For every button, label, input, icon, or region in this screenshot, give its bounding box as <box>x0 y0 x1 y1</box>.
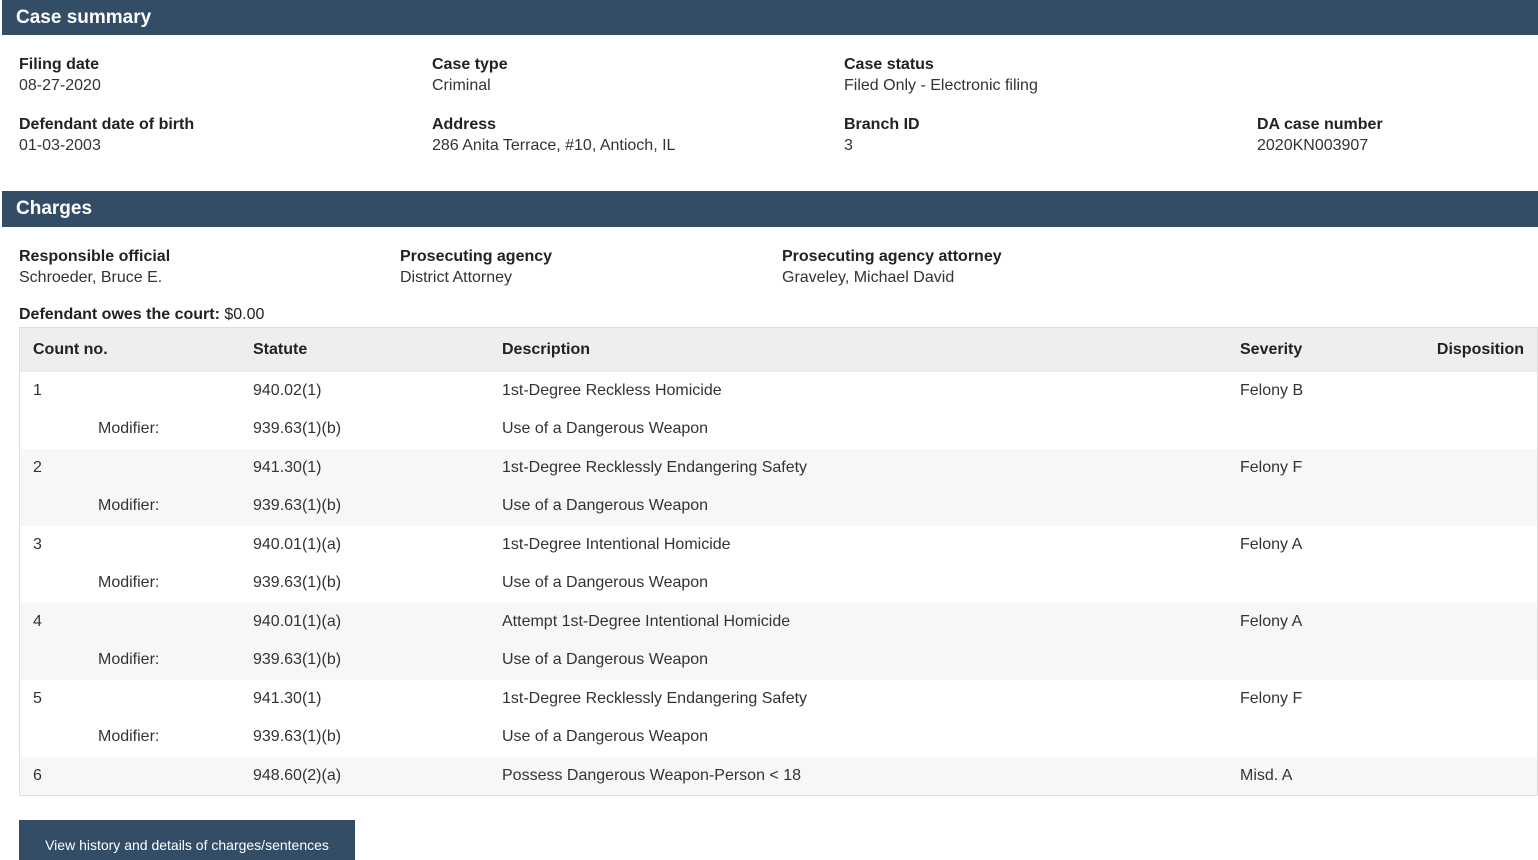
filing-date-label: Filing date <box>19 56 99 73</box>
modifier-description: Use of a Dangerous Weapon <box>502 564 1240 603</box>
prosecuting-attorney-value: Graveley, Michael David <box>782 269 955 286</box>
modifier-row: Modifier: 939.63(1)(b) Use of a Dangerou… <box>19 487 1538 526</box>
prosecuting-agency-value: District Attorney <box>400 269 513 286</box>
responsible-official-value: Schroeder, Bruce E. <box>19 269 163 286</box>
amount-owed-value: $0.00 <box>219 306 265 323</box>
prosecuting-attorney-label: Prosecuting agency attorney <box>782 248 1002 265</box>
modifier-label: Modifier: <box>98 420 160 438</box>
view-charge-history-button[interactable]: View history and details of charges/sent… <box>19 820 355 860</box>
prosecuting-attorney-field: Prosecuting agency attorney Graveley, Mi… <box>782 247 1002 287</box>
modifier-row: Modifier: 939.63(1)(b) Use of a Dangerou… <box>19 641 1538 680</box>
modifier-description: Use of a Dangerous Weapon <box>502 410 1240 449</box>
column-header-count: Count no. <box>19 327 253 372</box>
count-number: 2 <box>19 448 253 487</box>
modifier-description: Use of a Dangerous Weapon <box>502 641 1240 680</box>
description: 1st-Degree Reckless Homicide <box>502 371 1240 410</box>
modifier-statute: 939.63(1)(b) <box>253 641 502 680</box>
case-type-field: Case type Criminal <box>432 55 508 95</box>
prosecuting-agency-label: Prosecuting agency <box>400 248 553 265</box>
table-row: 3 940.01(1)(a) 1st-Degree Intentional Ho… <box>19 525 1538 564</box>
column-header-description: Description <box>502 327 1240 372</box>
filing-date-field: Filing date 08-27-2020 <box>19 55 101 95</box>
table-row: 2 941.30(1) 1st-Degree Recklessly Endang… <box>19 448 1538 487</box>
modifier-row: Modifier: 939.63(1)(b) Use of a Dangerou… <box>19 564 1538 603</box>
defendant-dob-value: 01-03-2003 <box>19 137 101 154</box>
defendant-dob-field: Defendant date of birth 01-03-2003 <box>19 115 194 155</box>
severity: Felony A <box>1240 525 1433 564</box>
disposition <box>1433 525 1538 564</box>
charges-table-header-row: Count no. Statute Description Severity D… <box>19 327 1538 372</box>
disposition <box>1433 448 1538 487</box>
column-header-statute: Statute <box>253 327 502 372</box>
prosecuting-agency-field: Prosecuting agency District Attorney <box>400 247 552 287</box>
statute: 941.30(1) <box>253 679 502 718</box>
table-row: 5 941.30(1) 1st-Degree Recklessly Endang… <box>19 679 1538 718</box>
modifier-description: Use of a Dangerous Weapon <box>502 718 1240 757</box>
charges-table: Count no. Statute Description Severity D… <box>19 327 1538 796</box>
modifier-row: Modifier: 939.63(1)(b) Use of a Dangerou… <box>19 718 1538 757</box>
modifier-row: Modifier: 939.63(1)(b) Use of a Dangerou… <box>19 410 1538 449</box>
table-row: 6 948.60(2)(a) Possess Dangerous Weapon-… <box>19 756 1538 796</box>
statute: 941.30(1) <box>253 448 502 487</box>
amount-owed-label: Defendant owes the court: <box>19 306 220 323</box>
modifier-statute: 939.63(1)(b) <box>253 410 502 449</box>
case-status-field: Case status Filed Only - Electronic fili… <box>844 55 1038 95</box>
count-number: 1 <box>19 371 253 410</box>
table-row: 1 940.02(1) 1st-Degree Reckless Homicide… <box>19 371 1538 410</box>
modifier-statute: 939.63(1)(b) <box>253 564 502 603</box>
modifier-statute: 939.63(1)(b) <box>253 718 502 757</box>
da-case-number-field: DA case number 2020KN003907 <box>1257 115 1383 155</box>
modifier-label: Modifier: <box>98 651 160 669</box>
statute: 940.01(1)(a) <box>253 525 502 564</box>
responsible-official-label: Responsible official <box>19 248 171 265</box>
branch-id-field: Branch ID 3 <box>844 115 920 155</box>
modifier-label: Modifier: <box>98 728 160 746</box>
case-type-label: Case type <box>432 56 508 73</box>
disposition <box>1433 756 1538 796</box>
severity: Felony A <box>1240 602 1433 641</box>
count-number: 4 <box>19 602 253 641</box>
severity: Felony B <box>1240 371 1433 410</box>
branch-id-value: 3 <box>844 137 853 154</box>
disposition <box>1433 371 1538 410</box>
count-number: 6 <box>19 756 253 796</box>
severity: Felony F <box>1240 679 1433 718</box>
description: 1st-Degree Intentional Homicide <box>502 525 1240 564</box>
filing-date-value: 08-27-2020 <box>19 77 101 94</box>
statute: 940.01(1)(a) <box>253 602 502 641</box>
case-status-value: Filed Only - Electronic filing <box>844 77 1038 94</box>
charges-header: Charges <box>2 191 1538 227</box>
da-case-number-label: DA case number <box>1257 116 1383 133</box>
table-row: 4 940.01(1)(a) Attempt 1st-Degree Intent… <box>19 602 1538 641</box>
disposition <box>1433 602 1538 641</box>
description: 1st-Degree Recklessly Endangering Safety <box>502 679 1240 718</box>
address-field: Address 286 Anita Terrace, #10, Antioch,… <box>432 115 675 155</box>
statute: 948.60(2)(a) <box>253 756 502 796</box>
column-header-severity: Severity <box>1240 327 1433 372</box>
description: 1st-Degree Recklessly Endangering Safety <box>502 448 1240 487</box>
case-summary-header: Case summary <box>2 0 1538 35</box>
modifier-label: Modifier: <box>98 497 160 515</box>
amount-owed: Defendant owes the court: $0.00 <box>19 305 264 324</box>
severity: Felony F <box>1240 448 1433 487</box>
defendant-dob-label: Defendant date of birth <box>19 116 195 133</box>
column-header-disposition: Disposition <box>1433 327 1538 372</box>
modifier-label: Modifier: <box>98 574 160 592</box>
severity: Misd. A <box>1240 756 1433 796</box>
address-value: 286 Anita Terrace, #10, Antioch, IL <box>432 137 676 154</box>
modifier-statute: 939.63(1)(b) <box>253 487 502 526</box>
count-number: 5 <box>19 679 253 718</box>
count-number: 3 <box>19 525 253 564</box>
case-type-value: Criminal <box>432 77 491 94</box>
address-label: Address <box>432 116 497 133</box>
statute: 940.02(1) <box>253 371 502 410</box>
disposition <box>1433 679 1538 718</box>
case-status-label: Case status <box>844 56 934 73</box>
responsible-official-field: Responsible official Schroeder, Bruce E. <box>19 247 170 287</box>
description: Attempt 1st-Degree Intentional Homicide <box>502 602 1240 641</box>
branch-id-label: Branch ID <box>844 116 920 133</box>
modifier-description: Use of a Dangerous Weapon <box>502 487 1240 526</box>
da-case-number-value: 2020KN003907 <box>1257 137 1369 154</box>
description: Possess Dangerous Weapon-Person < 18 <box>502 756 1240 796</box>
